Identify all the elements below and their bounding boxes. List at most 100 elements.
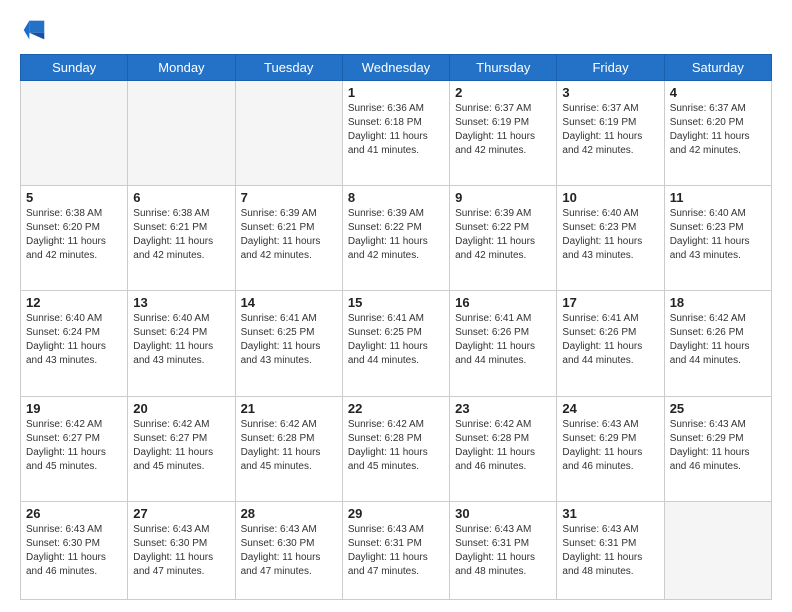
day-cell: 11 Sunrise: 6:40 AM Sunset: 6:23 PM Dayli… [664, 186, 771, 291]
day-info: Sunrise: 6:41 AM Sunset: 6:26 PM Dayligh… [455, 312, 551, 368]
day-info: Sunrise: 6:39 AM Sunset: 6:21 PM Dayligh… [241, 207, 337, 263]
day-cell: 28 Sunrise: 6:43 AM Sunset: 6:30 PM Dayli… [235, 501, 342, 599]
day-info: Sunrise: 6:41 AM Sunset: 6:26 PM Dayligh… [562, 312, 658, 368]
day-number: 24 [562, 401, 658, 416]
day-info: Sunrise: 6:40 AM Sunset: 6:23 PM Dayligh… [562, 207, 658, 263]
day-info: Sunrise: 6:40 AM Sunset: 6:23 PM Dayligh… [670, 207, 766, 263]
day-info: Sunrise: 6:42 AM Sunset: 6:27 PM Dayligh… [26, 418, 122, 474]
day-cell: 4 Sunrise: 6:37 AM Sunset: 6:20 PM Daylig… [664, 81, 771, 186]
day-cell [21, 81, 128, 186]
day-number: 29 [348, 506, 444, 521]
day-cell: 13 Sunrise: 6:40 AM Sunset: 6:24 PM Dayli… [128, 291, 235, 396]
day-info: Sunrise: 6:43 AM Sunset: 6:31 PM Dayligh… [348, 523, 444, 579]
week-row-3: 19Sunrise: 6:42 AM Sunset: 6:27 PM Dayli… [21, 396, 772, 501]
day-cell: 19Sunrise: 6:42 AM Sunset: 6:27 PM Dayli… [21, 396, 128, 501]
day-number: 8 [348, 190, 444, 205]
day-info: Sunrise: 6:40 AM Sunset: 6:24 PM Dayligh… [26, 312, 122, 368]
day-info: Sunrise: 6:38 AM Sunset: 6:21 PM Dayligh… [133, 207, 229, 263]
day-cell: 5 Sunrise: 6:38 AM Sunset: 6:20 PM Daylig… [21, 186, 128, 291]
day-cell: 29 Sunrise: 6:43 AM Sunset: 6:31 PM Dayli… [342, 501, 449, 599]
day-number: 28 [241, 506, 337, 521]
day-number: 2 [455, 85, 551, 100]
day-cell: 27 Sunrise: 6:43 AM Sunset: 6:30 PM Dayli… [128, 501, 235, 599]
day-number: 30 [455, 506, 551, 521]
day-number: 23 [455, 401, 551, 416]
calendar-table: SundayMondayTuesdayWednesdayThursdayFrid… [20, 54, 772, 600]
weekday-header-monday: Monday [128, 55, 235, 81]
day-cell: 26 Sunrise: 6:43 AM Sunset: 6:30 PM Dayli… [21, 501, 128, 599]
day-number: 4 [670, 85, 766, 100]
day-info: Sunrise: 6:43 AM Sunset: 6:30 PM Dayligh… [241, 523, 337, 579]
day-info: Sunrise: 6:43 AM Sunset: 6:31 PM Dayligh… [455, 523, 551, 579]
week-row-2: 12 Sunrise: 6:40 AM Sunset: 6:24 PM Dayli… [21, 291, 772, 396]
logo [20, 16, 52, 44]
day-info: Sunrise: 6:42 AM Sunset: 6:28 PM Dayligh… [348, 418, 444, 474]
day-number: 7 [241, 190, 337, 205]
day-info: Sunrise: 6:41 AM Sunset: 6:25 PM Dayligh… [241, 312, 337, 368]
day-info: Sunrise: 6:40 AM Sunset: 6:24 PM Dayligh… [133, 312, 229, 368]
day-number: 9 [455, 190, 551, 205]
day-number: 12 [26, 295, 122, 310]
day-number: 13 [133, 295, 229, 310]
day-cell [664, 501, 771, 599]
week-row-1: 5 Sunrise: 6:38 AM Sunset: 6:20 PM Daylig… [21, 186, 772, 291]
day-number: 14 [241, 295, 337, 310]
logo-icon [20, 16, 48, 44]
day-number: 21 [241, 401, 337, 416]
day-number: 26 [26, 506, 122, 521]
day-cell: 21 Sunrise: 6:42 AM Sunset: 6:28 PM Dayli… [235, 396, 342, 501]
day-cell: 6 Sunrise: 6:38 AM Sunset: 6:21 PM Daylig… [128, 186, 235, 291]
day-number: 22 [348, 401, 444, 416]
day-info: Sunrise: 6:39 AM Sunset: 6:22 PM Dayligh… [455, 207, 551, 263]
weekday-header-row: SundayMondayTuesdayWednesdayThursdayFrid… [21, 55, 772, 81]
day-cell: 10Sunrise: 6:40 AM Sunset: 6:23 PM Dayli… [557, 186, 664, 291]
day-info: Sunrise: 6:43 AM Sunset: 6:29 PM Dayligh… [562, 418, 658, 474]
day-cell: 9 Sunrise: 6:39 AM Sunset: 6:22 PM Daylig… [450, 186, 557, 291]
day-cell: 3Sunrise: 6:37 AM Sunset: 6:19 PM Daylig… [557, 81, 664, 186]
weekday-header-wednesday: Wednesday [342, 55, 449, 81]
day-cell: 31 Sunrise: 6:43 AM Sunset: 6:31 PM Dayli… [557, 501, 664, 599]
day-number: 17 [562, 295, 658, 310]
day-info: Sunrise: 6:37 AM Sunset: 6:20 PM Dayligh… [670, 102, 766, 158]
day-info: Sunrise: 6:37 AM Sunset: 6:19 PM Dayligh… [455, 102, 551, 158]
weekday-header-saturday: Saturday [664, 55, 771, 81]
day-info: Sunrise: 6:42 AM Sunset: 6:28 PM Dayligh… [241, 418, 337, 474]
day-cell: 25 Sunrise: 6:43 AM Sunset: 6:29 PM Dayli… [664, 396, 771, 501]
day-info: Sunrise: 6:41 AM Sunset: 6:25 PM Dayligh… [348, 312, 444, 368]
day-number: 5 [26, 190, 122, 205]
day-cell: 2 Sunrise: 6:37 AM Sunset: 6:19 PM Daylig… [450, 81, 557, 186]
day-cell: 7 Sunrise: 6:39 AM Sunset: 6:21 PM Daylig… [235, 186, 342, 291]
weekday-header-friday: Friday [557, 55, 664, 81]
day-cell: 18 Sunrise: 6:42 AM Sunset: 6:26 PM Dayli… [664, 291, 771, 396]
day-info: Sunrise: 6:42 AM Sunset: 6:28 PM Dayligh… [455, 418, 551, 474]
day-number: 11 [670, 190, 766, 205]
day-info: Sunrise: 6:39 AM Sunset: 6:22 PM Dayligh… [348, 207, 444, 263]
day-cell: 23 Sunrise: 6:42 AM Sunset: 6:28 PM Dayli… [450, 396, 557, 501]
day-info: Sunrise: 6:43 AM Sunset: 6:30 PM Dayligh… [26, 523, 122, 579]
header [20, 16, 772, 44]
day-number: 6 [133, 190, 229, 205]
calendar-page: SundayMondayTuesdayWednesdayThursdayFrid… [0, 0, 792, 612]
day-cell [235, 81, 342, 186]
day-info: Sunrise: 6:43 AM Sunset: 6:30 PM Dayligh… [133, 523, 229, 579]
day-number: 18 [670, 295, 766, 310]
day-info: Sunrise: 6:42 AM Sunset: 6:26 PM Dayligh… [670, 312, 766, 368]
day-cell: 20Sunrise: 6:42 AM Sunset: 6:27 PM Dayli… [128, 396, 235, 501]
day-number: 15 [348, 295, 444, 310]
day-number: 27 [133, 506, 229, 521]
day-number: 16 [455, 295, 551, 310]
day-number: 31 [562, 506, 658, 521]
day-number: 25 [670, 401, 766, 416]
day-cell: 12 Sunrise: 6:40 AM Sunset: 6:24 PM Dayli… [21, 291, 128, 396]
day-cell: 30 Sunrise: 6:43 AM Sunset: 6:31 PM Dayli… [450, 501, 557, 599]
weekday-header-thursday: Thursday [450, 55, 557, 81]
day-info: Sunrise: 6:38 AM Sunset: 6:20 PM Dayligh… [26, 207, 122, 263]
day-cell: 14 Sunrise: 6:41 AM Sunset: 6:25 PM Dayli… [235, 291, 342, 396]
day-info: Sunrise: 6:36 AM Sunset: 6:18 PM Dayligh… [348, 102, 444, 158]
day-info: Sunrise: 6:43 AM Sunset: 6:29 PM Dayligh… [670, 418, 766, 474]
day-info: Sunrise: 6:43 AM Sunset: 6:31 PM Dayligh… [562, 523, 658, 579]
day-cell: 17 Sunrise: 6:41 AM Sunset: 6:26 PM Dayli… [557, 291, 664, 396]
week-row-4: 26 Sunrise: 6:43 AM Sunset: 6:30 PM Dayli… [21, 501, 772, 599]
day-info: Sunrise: 6:42 AM Sunset: 6:27 PM Dayligh… [133, 418, 229, 474]
day-cell [128, 81, 235, 186]
